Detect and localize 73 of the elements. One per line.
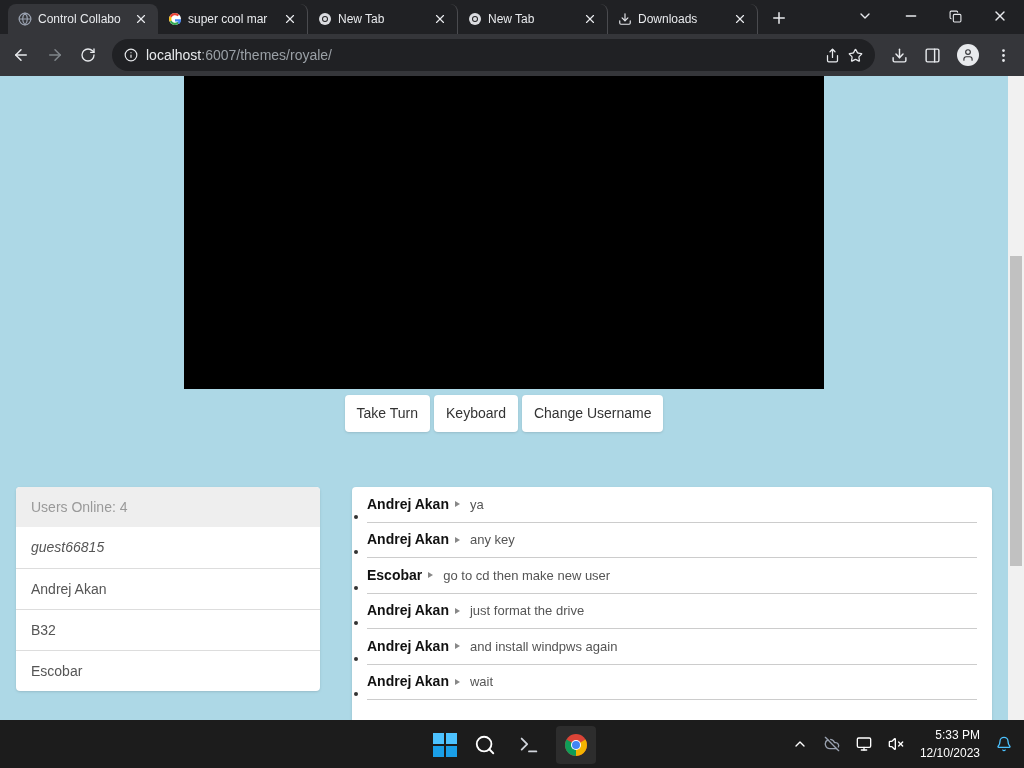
bullet-icon — [354, 621, 358, 625]
windows-icon[interactable] — [432, 732, 458, 758]
chrome-icon — [468, 12, 482, 26]
notification-icon[interactable] — [996, 736, 1012, 752]
close-icon[interactable] — [283, 12, 297, 26]
chat-message: just format the drive — [469, 602, 585, 620]
globe-icon — [18, 12, 32, 26]
close-icon[interactable] — [583, 12, 597, 26]
close-icon[interactable] — [733, 12, 747, 26]
triangle-icon — [454, 643, 460, 650]
bullet-icon — [354, 656, 358, 661]
chat-username: Andrej Akan — [367, 530, 449, 550]
cloud-off-icon[interactable] — [823, 736, 840, 752]
download-icon — [618, 12, 632, 26]
chat-message: and install windpws again — [469, 637, 618, 656]
chat-username: Andrej Akan — [367, 494, 449, 514]
bullet-icon — [354, 550, 358, 554]
bullet-icon — [354, 692, 358, 696]
control-button[interactable]: Take Turn — [344, 395, 430, 432]
chat-username: Andrej Akan — [367, 672, 449, 692]
user-name: B32 — [16, 609, 320, 650]
triangle-icon — [454, 607, 460, 614]
bullet-icon — [354, 585, 358, 590]
forward-icon[interactable] — [46, 46, 64, 64]
chat-message: wait — [469, 673, 494, 691]
chrome-icon — [318, 12, 332, 26]
close-icon[interactable] — [433, 12, 447, 26]
user-name: Escobar — [16, 650, 320, 691]
download-icon[interactable] — [891, 46, 908, 64]
address-bar[interactable]: localhost:6007/themes/royale/ — [112, 39, 875, 71]
search-icon[interactable] — [474, 734, 496, 756]
triangle-icon — [428, 572, 434, 579]
chrome-icon — [564, 733, 588, 757]
chat-message: go to cd then make new user — [443, 566, 611, 585]
user-name: guest66815 — [30, 538, 106, 557]
network-icon[interactable] — [855, 736, 872, 752]
side-panel-icon[interactable] — [924, 46, 941, 64]
tab-title: New Tab — [488, 11, 536, 28]
scrollbar-thumb[interactable] — [1010, 256, 1022, 566]
chat-username: Andrej Akan — [367, 601, 449, 621]
profile-icon[interactable] — [957, 44, 979, 66]
back-icon[interactable] — [12, 46, 30, 64]
tab-title: Control Collabo — [38, 11, 122, 28]
chat-message: ya — [469, 495, 484, 514]
mute-icon[interactable] — [887, 736, 904, 752]
control-button[interactable]: Change Username — [521, 395, 664, 432]
scrollbar[interactable] — [1008, 76, 1024, 720]
info-icon — [124, 48, 138, 62]
google-icon — [168, 12, 182, 26]
tab-title: New Tab — [338, 11, 386, 28]
triangle-icon — [454, 536, 460, 543]
chat-message: any key — [469, 531, 515, 549]
tab-title: super cool mar — [188, 11, 269, 28]
users-online-header: Users Online: 4 — [16, 487, 320, 527]
browser-tab[interactable]: Control Collabo — [8, 4, 158, 34]
restore-icon[interactable] — [949, 9, 962, 23]
clock-time: 5:33 PM — [935, 727, 980, 744]
triangle-icon — [454, 678, 460, 685]
user-name: Andrej Akan — [16, 568, 320, 609]
tab-title: Downloads — [638, 11, 699, 28]
url-text: localhost:6007/themes/royale/ — [146, 45, 333, 65]
bullet-icon — [354, 514, 358, 519]
chat-username: Andrej Akan — [367, 636, 449, 656]
chat-username: Escobar — [367, 565, 423, 585]
bookmark-star-icon[interactable] — [848, 47, 863, 63]
share-icon[interactable] — [825, 47, 840, 63]
close-icon[interactable] — [134, 12, 148, 26]
clock-date: 12/10/2023 — [919, 745, 980, 762]
chrome-taskbar-button[interactable] — [556, 726, 596, 764]
control-button[interactable]: Keyboard — [434, 395, 518, 432]
new-tab-icon[interactable] — [770, 9, 788, 27]
reload-icon[interactable] — [80, 47, 96, 63]
triangle-icon — [454, 501, 460, 508]
